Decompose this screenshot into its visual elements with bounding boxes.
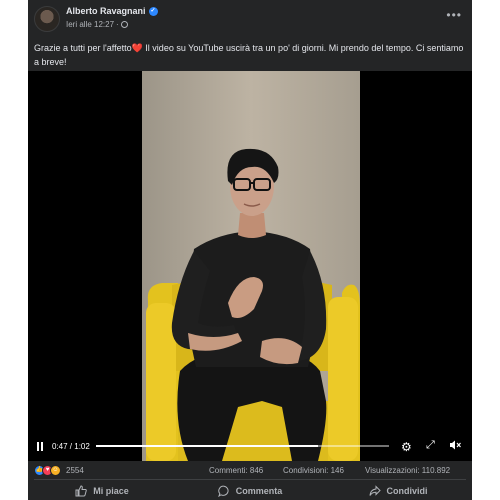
post-stats: 👍 ♥ ☺ 2554 Commenti: 846 Condivisioni: 1… <box>28 463 472 479</box>
post-caption: Grazie a tutti per l'affetto❤️ Il video … <box>34 43 464 67</box>
more-options-icon[interactable]: ••• <box>446 8 462 22</box>
author-avatar[interactable] <box>34 6 60 32</box>
views-count: Visualizzazioni: 110.892 <box>365 466 451 475</box>
author-name-row: Alberto Ravagnani ✓ <box>66 6 158 16</box>
shares-count[interactable]: Condivisioni: 146 <box>283 466 344 475</box>
author-name[interactable]: Alberto Ravagnani <box>66 6 146 16</box>
video-controls: 0:47 / 1:02 ⚙ ⤢ <box>28 431 472 461</box>
video-player[interactable]: 0:47 / 1:02 ⚙ ⤢ <box>28 71 472 461</box>
post-meta: Ieri alle 12:27 · <box>66 20 128 29</box>
actions-divider <box>34 479 466 480</box>
comment-icon <box>217 485 229 497</box>
care-icon: ☺ <box>50 465 61 476</box>
video-progress-bar[interactable] <box>96 445 389 447</box>
meta-separator: · <box>116 20 119 29</box>
globe-icon <box>120 21 128 28</box>
thumbs-up-icon <box>75 484 88 496</box>
video-time: 0:47 / 1:02 <box>52 442 90 451</box>
verified-badge-icon: ✓ <box>148 6 158 16</box>
reactions-summary[interactable]: 👍 ♥ ☺ 2554 <box>34 465 84 476</box>
video-progress-fill <box>96 445 319 447</box>
like-button[interactable]: Mi piace <box>28 481 176 500</box>
comment-button[interactable]: Commenta <box>176 481 324 500</box>
video-still-image <box>142 71 360 461</box>
share-icon <box>369 484 381 496</box>
comment-button-label: Commenta <box>235 485 283 496</box>
facebook-post: Alberto Ravagnani ✓ Ieri alle 12:27 · ••… <box>28 0 472 500</box>
pause-icon[interactable] <box>36 442 44 451</box>
share-button[interactable]: Condividi <box>324 481 472 500</box>
post-header: Alberto Ravagnani ✓ Ieri alle 12:27 · ••… <box>28 0 472 38</box>
comments-count[interactable]: Commenti: 846 <box>209 466 263 475</box>
share-button-label: Condividi <box>386 485 428 496</box>
muted-volume-icon[interactable] <box>449 439 461 454</box>
like-button-label: Mi piace <box>93 485 129 496</box>
post-actions: Mi piace Commenta Condividi <box>28 481 472 500</box>
video-frame[interactable] <box>142 71 360 461</box>
fullscreen-icon[interactable]: ⤢ <box>426 439 435 452</box>
post-timestamp[interactable]: Ieri alle 12:27 <box>66 20 114 29</box>
reaction-count: 2554 <box>66 466 84 475</box>
gear-icon[interactable]: ⚙ <box>401 440 412 454</box>
